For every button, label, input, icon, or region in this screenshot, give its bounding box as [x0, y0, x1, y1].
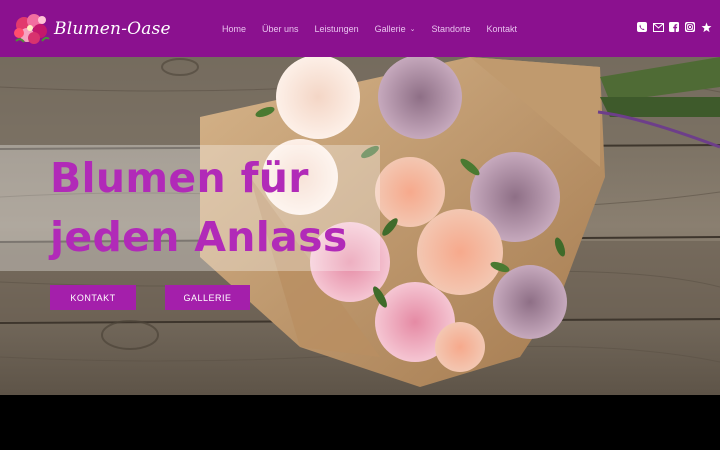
hero-section: Blumen für jeden Anlass KONTAKT GALLERIE — [0, 57, 720, 395]
nav-item-standorte[interactable]: Standorte — [431, 24, 470, 34]
hero-title-line-1: Blumen für — [50, 154, 309, 202]
mail-icon[interactable] — [652, 21, 664, 33]
chevron-down-icon: ⌄ — [409, 25, 416, 33]
star-icon[interactable] — [700, 21, 712, 33]
hero-title: Blumen für jeden Anlass — [50, 149, 380, 267]
facebook-icon[interactable] — [668, 21, 680, 33]
nav-item-gallerie[interactable]: Gallerie ⌄ — [375, 24, 416, 34]
nav-item-leistungen[interactable]: Leistungen — [315, 24, 359, 34]
phone-icon[interactable] — [636, 21, 648, 33]
nav-item-home[interactable]: Home — [222, 24, 246, 34]
nav-item-ueber-uns[interactable]: Über uns — [262, 24, 299, 34]
instagram-icon[interactable] — [684, 21, 696, 33]
main-nav: Home Über uns Leistungen Gallerie ⌄ Stan… — [222, 0, 533, 57]
social-links — [632, 21, 712, 33]
kontakt-button[interactable]: KONTAKT — [50, 285, 136, 310]
nav-item-gallerie-label: Gallerie — [374, 23, 406, 34]
gallerie-button[interactable]: GALLERIE — [165, 285, 250, 310]
hero-title-line-2: jeden Anlass — [50, 213, 348, 261]
logo[interactable]: Blumen-Oase — [12, 11, 171, 47]
nav-item-kontakt[interactable]: Kontakt — [487, 24, 518, 34]
site-header: Blumen-Oase Home Über uns Leistungen Gal… — [0, 0, 720, 57]
brand-name: Blumen-Oase — [54, 19, 171, 39]
below-fold-area — [0, 395, 720, 450]
flower-bouquet-logo-icon — [12, 11, 52, 47]
